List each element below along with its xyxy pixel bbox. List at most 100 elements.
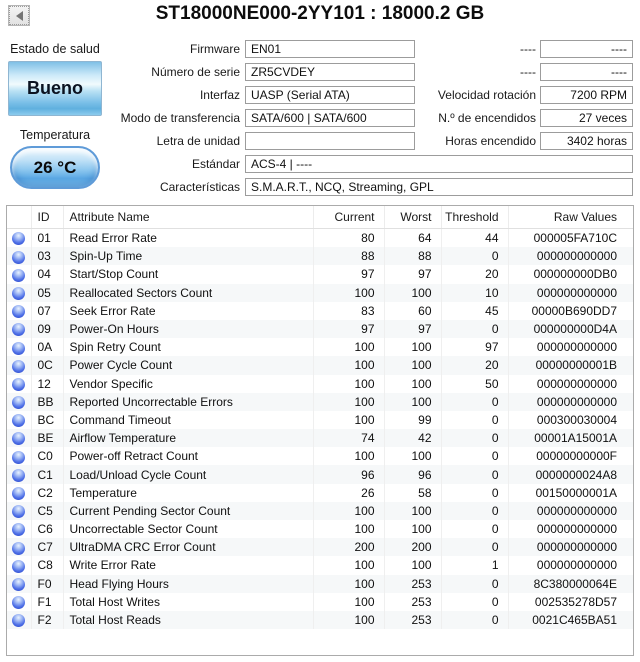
back-button[interactable] <box>8 5 30 26</box>
cell-worst: 42 <box>384 429 442 448</box>
table-row[interactable]: 12 Vendor Specific 100 100 50 000000000000 <box>7 374 633 393</box>
table-row[interactable]: C5 Current Pending Sector Count 100 100 0 000… <box>7 501 633 520</box>
table-row[interactable]: F2 Total Host Reads 100 253 0 0021C465BA51 <box>7 610 633 630</box>
cell-current: 100 <box>313 410 385 430</box>
cell-current: 100 <box>313 392 385 411</box>
status-cell <box>7 465 32 484</box>
field-label: Estándar <box>191 157 240 171</box>
cell-threshold: 97 <box>441 338 509 357</box>
table-row[interactable]: 0C Power Cycle Count 100 100 20 00000000001B <box>7 356 633 375</box>
table-row[interactable]: C0 Power-off Retract Count 100 100 0 00000000… <box>7 447 633 466</box>
cell-attribute-name: Power Cycle Count <box>63 356 314 375</box>
table-row[interactable]: 0A Spin Retry Count 100 100 97 000000000000 <box>7 338 633 357</box>
cell-current: 100 <box>313 338 385 357</box>
cell-raw-values: 0000000024A8 <box>535 467 617 482</box>
cell-attribute-name: Vendor Specific <box>63 374 314 393</box>
table-row[interactable]: 07 Seek Error Rate 83 60 45 00000B690DD7 <box>7 301 633 320</box>
field-label: Firmware <box>190 42 240 56</box>
cell-attribute-name: Start/Stop Count <box>63 265 314 284</box>
cell-raw-values: 8C380000064E <box>533 576 617 591</box>
header-id[interactable]: ID <box>31 206 64 229</box>
cell-attribute-name: Reported Uncorrectable Errors <box>63 392 314 411</box>
status-cell <box>7 319 32 339</box>
cell-current: 100 <box>313 574 385 593</box>
status-dot-icon <box>12 596 26 610</box>
header-threshold[interactable]: Threshold <box>441 206 509 229</box>
status-cell <box>7 410 32 430</box>
cell-threshold: 44 <box>441 228 509 248</box>
cell-raw-values: 000000000000 <box>536 285 617 300</box>
cell-threshold: 50 <box>441 374 509 393</box>
table-row[interactable]: 05 Reallocated Sectors Count 100 100 10 00000… <box>7 283 633 302</box>
header-attribute-name[interactable]: Attribute Name <box>63 206 314 229</box>
field-value-box: ACS-4 | ---- <box>245 155 633 173</box>
cell-worst: 100 <box>384 556 442 575</box>
table-row[interactable]: C2 Temperature 26 58 0 00150000001A <box>7 483 633 502</box>
cell-threshold: 0 <box>441 392 509 411</box>
cell-worst: 97 <box>384 265 442 284</box>
table-row[interactable]: F0 Head Flying Hours 100 253 0 8C380000064E <box>7 574 633 593</box>
cell-raw-values: 000000000000 <box>536 558 617 573</box>
table-row[interactable]: 01 Read Error Rate 80 64 44 000005FA710C <box>7 228 633 248</box>
cell-threshold: 0 <box>441 247 509 266</box>
status-dot-icon <box>12 359 26 373</box>
cell-threshold: 0 <box>441 319 509 339</box>
cell-current: 83 <box>313 301 385 320</box>
cell-raw-values: 000000000D4A <box>533 322 617 337</box>
cell-attribute-name: Temperature <box>63 483 314 502</box>
cell-worst: 100 <box>384 374 442 393</box>
status-dot-icon <box>12 377 26 391</box>
cell-current: 97 <box>313 319 385 339</box>
table-row[interactable]: 04 Start/Stop Count 97 97 20 000000000DB0 <box>7 265 633 284</box>
smart-attributes-table: ID Attribute Name Current Worst Threshol… <box>6 205 634 656</box>
table-row[interactable]: C7 UltraDMA CRC Error Count 200 200 0 0000000… <box>7 538 633 557</box>
header-current[interactable]: Current <box>313 206 385 229</box>
cell-current: 100 <box>313 592 385 611</box>
table-row[interactable]: BE Airflow Temperature 74 42 0 00001A15001A <box>7 429 633 448</box>
status-dot-icon <box>12 487 26 501</box>
cell-worst: 88 <box>384 247 442 266</box>
header-worst[interactable]: Worst <box>384 206 442 229</box>
cell-threshold: 20 <box>441 265 509 284</box>
status-dot-icon <box>12 505 26 519</box>
table-row[interactable]: 03 Spin-Up Time 88 88 0 000000000000 <box>7 247 633 266</box>
cell-id: F2 <box>31 610 64 630</box>
cell-worst: 253 <box>384 610 442 630</box>
status-cell <box>7 356 32 375</box>
field-value-box: S.M.A.R.T., NCQ, Streaming, GPL <box>245 178 633 196</box>
table-header-row: ID Attribute Name Current Worst Threshol… <box>7 206 633 229</box>
cell-current: 100 <box>313 501 385 520</box>
status-cell <box>7 574 32 593</box>
cell-threshold: 0 <box>441 429 509 448</box>
cell-attribute-name: Total Host Reads <box>63 610 314 630</box>
status-cell <box>7 374 32 393</box>
cell-threshold: 45 <box>441 301 509 320</box>
header-raw-values[interactable]: Raw Values <box>508 206 633 229</box>
table-row[interactable]: C6 Uncorrectable Sector Count 100 100 0 00000… <box>7 520 633 539</box>
table-row[interactable]: BC Command Timeout 100 99 0 000300030004 <box>7 410 633 430</box>
status-dot-icon <box>12 559 26 573</box>
cell-attribute-name: Power-On Hours <box>63 319 314 339</box>
header-status[interactable] <box>7 206 32 229</box>
cell-threshold: 0 <box>441 520 509 539</box>
table-row[interactable]: BB Reported Uncorrectable Errors 100 100 0 00… <box>7 392 633 411</box>
status-cell <box>7 592 32 611</box>
crystaldiskinfo-window: ST18000NE000-2YY101 : 18000.2 GB Estado … <box>0 0 640 662</box>
field-value-box: ---- <box>540 63 633 81</box>
cell-id: C1 <box>31 465 64 484</box>
cell-attribute-name: Load/Unload Cycle Count <box>63 465 314 484</box>
cell-worst: 100 <box>384 392 442 411</box>
cell-raw-values: 000000000000 <box>536 376 617 391</box>
cell-id: 0C <box>31 356 64 375</box>
table-row[interactable]: C8 Write Error Rate 100 100 1 000000000000 <box>7 556 633 575</box>
field-label: Velocidad rotación <box>437 88 536 102</box>
table-row[interactable]: 09 Power-On Hours 97 97 0 000000000D4A <box>7 319 633 339</box>
table-row[interactable]: C1 Load/Unload Cycle Count 96 96 0 0000000024… <box>7 465 633 484</box>
cell-worst: 100 <box>384 338 442 357</box>
cell-attribute-name: Seek Error Rate <box>63 301 314 320</box>
cell-raw-values: 000000000000 <box>536 522 617 537</box>
cell-attribute-name: Reallocated Sectors Count <box>63 283 314 302</box>
status-cell <box>7 247 32 266</box>
table-row[interactable]: F1 Total Host Writes 100 253 0 002535278D57 <box>7 592 633 611</box>
cell-raw-values: 000000000000 <box>536 249 617 264</box>
